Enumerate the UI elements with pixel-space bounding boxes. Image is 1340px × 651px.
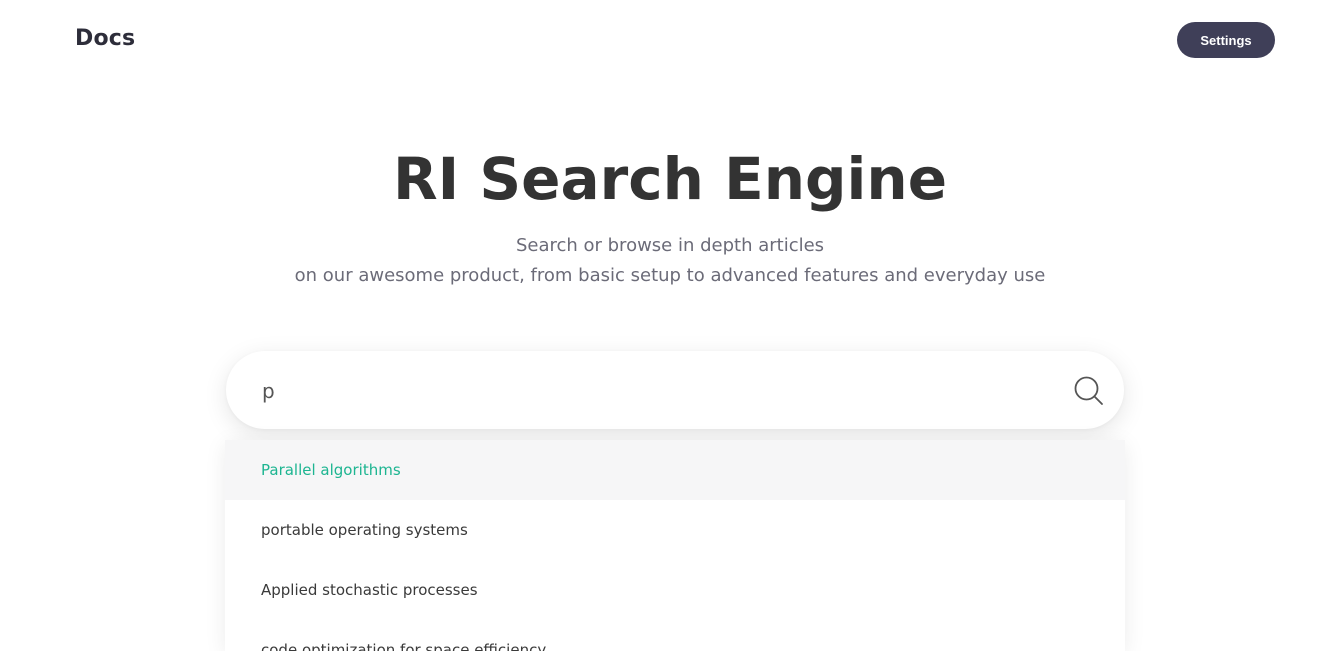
subtitle-line-1: Search or browse in depth articles (515, 235, 825, 256)
search-icon[interactable] (1073, 375, 1105, 407)
subtitle-line-2: on our awesome product, from basic setup… (294, 265, 1046, 286)
suggestion-item[interactable]: Applied stochastic processes (225, 560, 1125, 620)
suggestions-dropdown: Parallel algorithms portable operating s… (225, 440, 1125, 651)
suggestion-item[interactable]: code optimization for space efficiency (225, 620, 1125, 651)
suggestion-item[interactable]: Parallel algorithms (225, 440, 1125, 500)
top-bar: Docs Settings (0, 0, 1340, 84)
settings-button[interactable]: Settings (1177, 22, 1275, 58)
page-title: RI Search Engine (392, 145, 948, 213)
search-box (226, 351, 1124, 429)
search-input[interactable] (260, 373, 1044, 409)
logo[interactable]: Docs (75, 26, 135, 51)
suggestion-item[interactable]: portable operating systems (225, 500, 1125, 560)
